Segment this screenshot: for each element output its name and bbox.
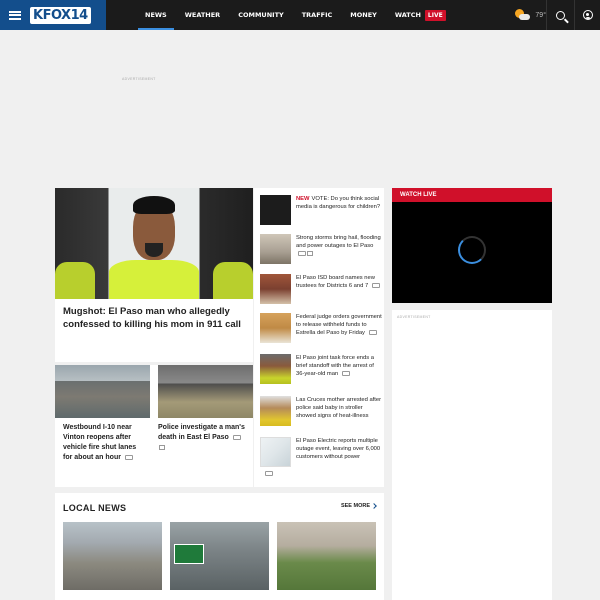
video-icon xyxy=(265,471,273,476)
ad-label-side: ADVERTISEMENT xyxy=(397,315,431,319)
video-icon xyxy=(298,250,306,256)
side-story[interactable]: Strong storms bring hail, flooding and p… xyxy=(260,234,382,264)
local-story-card[interactable] xyxy=(170,522,269,590)
new-tag: NEW xyxy=(296,196,310,202)
side-story[interactable]: NEW VOTE: Do you think social media is da… xyxy=(260,195,382,225)
chevron-right-icon xyxy=(371,502,377,509)
hamburger-icon xyxy=(9,10,21,20)
live-badge: LIVE xyxy=(424,9,446,21)
story-title: El Paso joint task force ends a brief st… xyxy=(296,355,374,377)
side-story-list: NEW VOTE: Do you think social media is da… xyxy=(254,188,384,487)
story-card[interactable]: Westbound I-10 near Vinton reopens after… xyxy=(55,365,150,487)
local-story-card[interactable] xyxy=(277,522,376,590)
watch-live-player[interactable]: WATCH LIVE xyxy=(392,188,552,303)
video-icon xyxy=(368,329,377,335)
ad-label-top: ADVERTISEMENT xyxy=(122,77,156,81)
nav-news[interactable]: NEWS xyxy=(136,0,176,30)
account-button[interactable] xyxy=(575,0,600,30)
side-story[interactable]: Federal judge orders government to relea… xyxy=(260,313,382,343)
user-icon xyxy=(582,10,593,20)
story-title: El Paso ISD board names new trustees for… xyxy=(296,275,375,289)
search-icon xyxy=(556,10,565,20)
section-title: LOCAL NEWS xyxy=(63,503,127,513)
side-story[interactable]: Las Cruces mother arrested after police … xyxy=(260,396,382,426)
story-thumbnail xyxy=(260,274,291,304)
story-image xyxy=(158,365,253,418)
video-icon xyxy=(124,454,133,460)
story-title: Las Cruces mother arrested after police … xyxy=(296,397,382,419)
nav-watch[interactable]: WATCH LIVE xyxy=(386,0,455,30)
story-title: Police investigate a man's death in East… xyxy=(158,424,245,441)
watch-live-bar: WATCH LIVE xyxy=(392,188,552,202)
search-button[interactable] xyxy=(546,0,575,30)
nav-weather[interactable]: WEATHER xyxy=(176,0,229,30)
story-thumbnail xyxy=(260,354,291,384)
weather-widget[interactable]: 79° xyxy=(513,0,546,30)
side-story[interactable]: El Paso ISD board names new trustees for… xyxy=(260,274,382,304)
gallery-icon xyxy=(307,250,313,256)
story-card[interactable]: Police investigate a man's death in East… xyxy=(150,365,253,487)
hero-story[interactable]: Mugshot: El Paso man who allegedly confe… xyxy=(55,188,253,362)
video-icon xyxy=(232,434,241,440)
side-story[interactable]: El Paso joint task force ends a brief st… xyxy=(260,354,382,384)
story-title: Strong storms bring hail, flooding and p… xyxy=(296,235,381,249)
nav-money[interactable]: MONEY xyxy=(341,0,386,30)
local-story-card[interactable] xyxy=(63,522,162,590)
video-icon xyxy=(371,282,380,288)
video-icon xyxy=(341,370,350,376)
weather-temp: 79° xyxy=(535,11,546,19)
story-thumbnail xyxy=(260,195,291,225)
hero-title: Mugshot: El Paso man who allegedly confe… xyxy=(63,306,241,330)
side-story[interactable]: El Paso Electric reports multiple outage… xyxy=(260,437,382,467)
sidebar-ad: ADVERTISEMENT xyxy=(392,310,552,600)
story-thumbnail xyxy=(260,234,291,264)
nav-community[interactable]: COMMUNITY xyxy=(229,0,293,30)
logo-link[interactable]: KFOX14 xyxy=(30,0,106,30)
menu-button[interactable] xyxy=(0,0,30,30)
story-title: El Paso Electric reports multiple outage… xyxy=(296,438,381,460)
loading-spinner-icon xyxy=(458,236,486,264)
story-thumbnail xyxy=(260,313,291,343)
site-header: KFOX14 NEWS WEATHER COMMUNITY TRAFFIC MO… xyxy=(0,0,600,30)
gallery-icon xyxy=(159,444,165,450)
highway-sign xyxy=(174,544,204,564)
partly-sunny-icon xyxy=(513,8,531,22)
main-nav: NEWS WEATHER COMMUNITY TRAFFIC MONEY WAT… xyxy=(136,0,455,30)
story-thumbnail xyxy=(260,396,291,426)
local-news-section: LOCAL NEWS SEE MORE xyxy=(55,493,384,600)
hero-image xyxy=(55,188,253,299)
nav-traffic[interactable]: TRAFFIC xyxy=(293,0,342,30)
story-thumbnail xyxy=(260,437,291,467)
site-logo: KFOX14 xyxy=(30,6,91,24)
story-image xyxy=(55,365,150,418)
see-more-link[interactable]: SEE MORE xyxy=(341,502,377,509)
